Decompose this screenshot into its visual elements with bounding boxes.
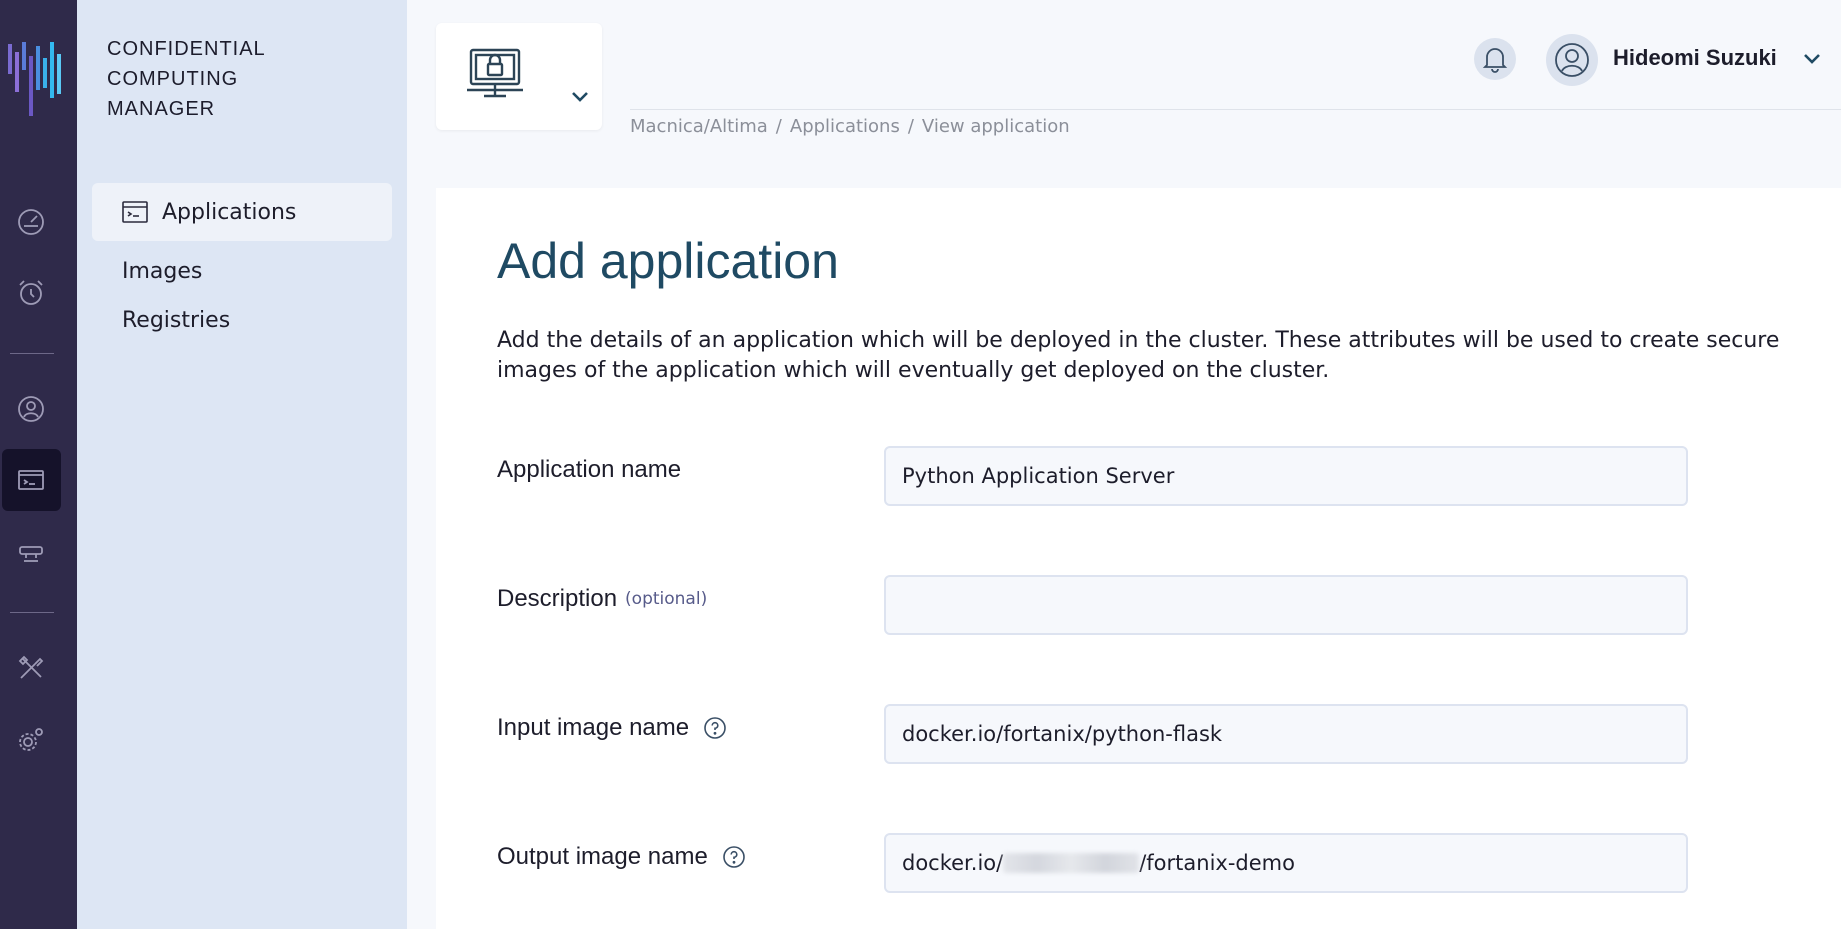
field-label: Description	[497, 585, 618, 612]
cluster-selector[interactable]	[436, 23, 602, 130]
input-value-suffix: /fortanix-demo	[1139, 851, 1295, 875]
breadcrumb: Macnica/Altima / Applications / View applica…	[630, 116, 1070, 137]
bell-icon	[1482, 48, 1508, 73]
help-icon[interactable]	[722, 845, 746, 869]
app-title-line: MANAGER	[107, 98, 216, 120]
app-title: CONFIDENTIAL COMPUTING MANAGER	[107, 34, 266, 124]
header-divider	[630, 109, 1841, 110]
settings-icon[interactable]	[14, 722, 48, 756]
tools-icon[interactable]	[14, 651, 48, 685]
sidebar: CONFIDENTIAL COMPUTING MANAGER Applicati…	[77, 0, 407, 929]
breadcrumb-item-current: View application	[921, 116, 1070, 137]
input-image-input[interactable]: docker.io/fortanix/python-flask	[884, 704, 1688, 764]
breadcrumb-separator: /	[775, 116, 782, 137]
input-value: docker.io/fortanix/python-flask	[902, 722, 1223, 746]
rail-divider	[10, 612, 54, 613]
icon-rail	[0, 0, 77, 929]
breadcrumb-separator: /	[907, 116, 914, 137]
form-description: Add the details of an application which …	[497, 328, 1780, 383]
nodes-icon[interactable]	[14, 534, 48, 568]
redacted-text	[1003, 853, 1140, 873]
user-name[interactable]: Hideomi Suzuki	[1613, 45, 1777, 71]
breadcrumb-item[interactable]: Macnica/Altima	[630, 116, 768, 137]
output-image-label: Output image name	[497, 843, 746, 871]
sidebar-item-images[interactable]: Images	[122, 259, 202, 284]
description-label: Description (optional)	[497, 585, 707, 613]
alarm-clock-icon[interactable]	[14, 276, 48, 310]
app-name-label: Application name	[497, 456, 681, 484]
app-title-line: CONFIDENTIAL	[107, 38, 266, 60]
sidebar-item-applications[interactable]: Applications	[92, 183, 392, 241]
field-label: Input image name	[497, 714, 690, 741]
user-avatar-icon	[1555, 43, 1589, 77]
applications-icon	[122, 201, 148, 223]
description-input[interactable]	[884, 575, 1688, 635]
sidebar-item-registries[interactable]: Registries	[122, 308, 230, 333]
chevron-down-icon	[572, 92, 588, 102]
help-icon[interactable]	[703, 716, 727, 740]
form-card: Add application Add the details of an ap…	[436, 188, 1841, 929]
rail-divider	[10, 353, 54, 354]
avatar[interactable]	[1546, 34, 1598, 86]
output-image-input[interactable]: docker.io/ /fortanix-demo	[884, 833, 1688, 893]
optional-hint: (optional)	[625, 589, 708, 609]
app-name-input[interactable]: Python Application Server	[884, 446, 1688, 506]
app-title-line: COMPUTING	[107, 68, 239, 90]
dashboard-icon[interactable]	[14, 205, 48, 239]
laptop-lock-icon	[467, 48, 523, 98]
field-label: Output image name	[497, 843, 708, 870]
notifications-button[interactable]	[1474, 38, 1516, 80]
logo-icon	[8, 42, 61, 116]
user-icon[interactable]	[14, 392, 48, 426]
page-title: Add application	[497, 233, 839, 289]
applications-icon[interactable]	[14, 463, 48, 497]
input-image-label: Input image name	[497, 714, 727, 742]
field-label: Application name	[497, 456, 682, 483]
breadcrumb-item[interactable]: Applications	[790, 116, 900, 137]
chevron-down-icon[interactable]	[1802, 52, 1822, 66]
input-value-prefix: docker.io/	[902, 851, 1004, 875]
sidebar-item-label: Applications	[162, 199, 297, 225]
input-value: Python Application Server	[902, 464, 1175, 488]
